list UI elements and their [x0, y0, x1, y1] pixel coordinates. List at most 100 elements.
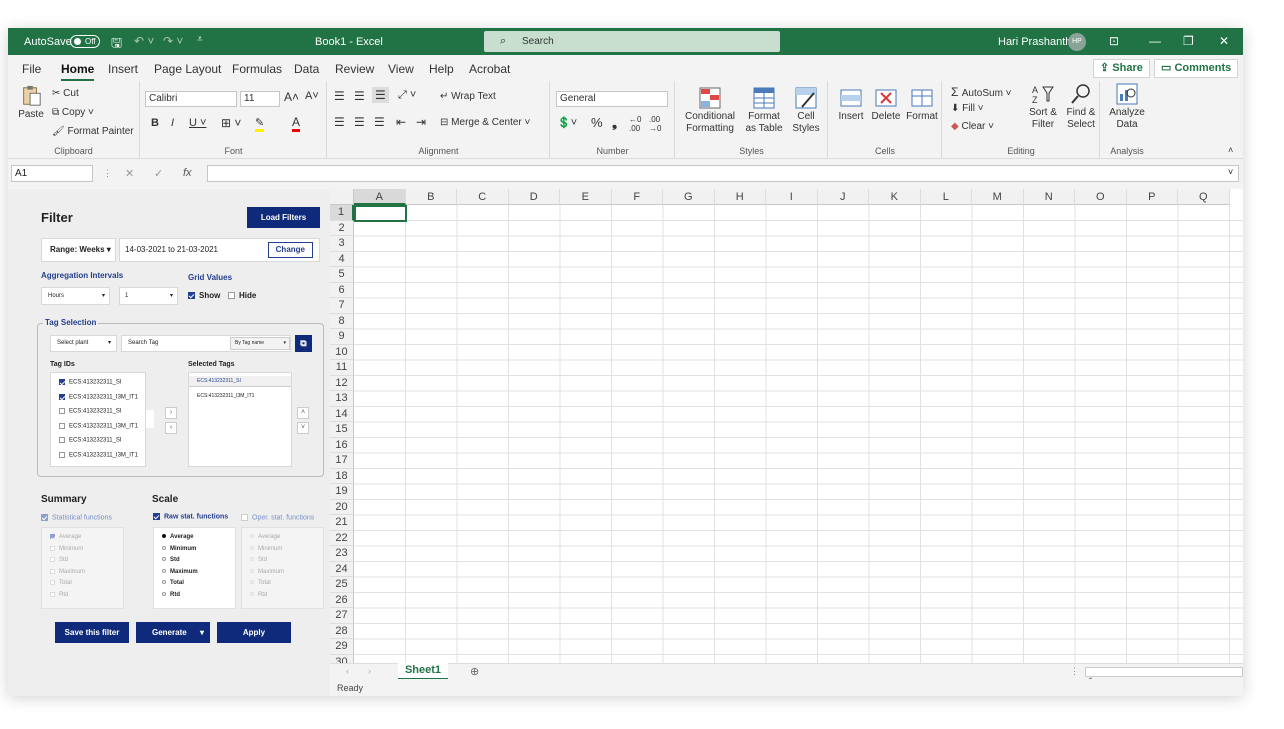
grow-font-icon[interactable]: A˄ — [284, 90, 299, 104]
tag-list-item[interactable]: ECS:413232311_I3M_IT1 — [59, 451, 138, 458]
oper-stat-option[interactable]: Std — [250, 557, 267, 563]
align-top-icon[interactable]: ☰ — [334, 89, 345, 103]
comments-button[interactable]: ▭ Comments — [1154, 59, 1239, 78]
comma-icon[interactable]: ❟ — [612, 115, 617, 131]
aggregation-value-select[interactable]: 1 ▾ — [119, 287, 178, 305]
apply-button[interactable]: Apply — [217, 622, 291, 643]
summary-option[interactable]: Std — [50, 557, 68, 563]
tab-help[interactable]: Help — [429, 62, 454, 76]
tab-page-layout[interactable]: Page Layout — [154, 62, 221, 76]
by-tag-select[interactable]: By Tag name ▾ — [230, 337, 290, 350]
scrollbar[interactable] — [146, 410, 154, 428]
oper-stat-option[interactable]: Average — [250, 534, 280, 540]
horizontal-scrollbar[interactable]: ◂ — [1085, 667, 1243, 683]
decrease-decimal-icon[interactable]: .00 →0 — [649, 115, 661, 133]
formula-input[interactable] — [207, 165, 1239, 182]
active-cell[interactable] — [354, 205, 407, 222]
oper-stat-option[interactable]: Total — [250, 580, 271, 586]
font-name-select[interactable]: Calibri — [145, 91, 237, 107]
tag-list-item[interactable]: ECS:413232311_SI — [59, 408, 122, 415]
oper-stat-checkbox[interactable]: Oper. stat. functions — [241, 514, 314, 521]
cell-styles-button[interactable]: Cell Styles — [788, 87, 824, 135]
tab-home[interactable]: Home — [61, 62, 95, 81]
paste-button[interactable]: Paste — [16, 85, 46, 121]
select-plant-select[interactable]: Select plant ▾ — [50, 335, 117, 352]
tab-formulas[interactable]: Formulas — [232, 62, 282, 76]
raw-stat-option[interactable]: Maximum — [162, 569, 198, 575]
font-color-icon[interactable]: A — [292, 115, 301, 132]
tab-data[interactable]: Data — [294, 62, 319, 76]
copy-button[interactable]: ⧉ Copy ˅ — [52, 107, 94, 118]
sheet-tab-sheet1[interactable]: Sheet1 — [398, 663, 448, 680]
range-select[interactable]: Range: Weeks ▾ — [41, 238, 116, 262]
stat-functions-checkbox[interactable]: Statistical functions — [41, 514, 112, 521]
tab-review[interactable]: Review — [335, 62, 374, 76]
aggregation-unit-select[interactable]: Hours ▾ — [41, 287, 110, 305]
change-button[interactable]: Change — [267, 242, 313, 258]
move-up-button[interactable]: ˄ — [297, 407, 309, 419]
autosum-button[interactable]: Σ AutoSum ˅ — [951, 85, 1012, 99]
summary-option[interactable]: Average — [50, 534, 81, 540]
tab-view[interactable]: View — [388, 62, 414, 76]
insert-function-icon[interactable]: fx — [183, 167, 192, 179]
font-size-select[interactable]: 11 — [240, 91, 280, 107]
fill-color-icon[interactable]: ✎ — [255, 116, 265, 132]
format-cells-button[interactable]: Format — [905, 87, 939, 123]
redo-icon[interactable]: ↷ ˅ — [163, 34, 183, 48]
save-filter-button[interactable]: Save this filter — [55, 622, 129, 643]
bold-icon[interactable]: B — [151, 117, 159, 129]
avatar[interactable]: HP — [1068, 33, 1086, 51]
orientation-icon[interactable]: ⤢ ˅ — [398, 89, 416, 102]
selected-tag-item[interactable]: ECS:413232311_I3M_IT1 — [189, 391, 254, 402]
summary-option[interactable]: Minimum — [50, 545, 83, 552]
raw-stat-option[interactable]: Total — [162, 580, 184, 586]
generate-button[interactable]: Generate ▾ — [136, 622, 210, 643]
raw-stat-option[interactable]: Rtd — [162, 592, 180, 598]
tag-list-item[interactable]: ECS:413232311_SI — [59, 437, 122, 444]
italic-icon[interactable]: I — [171, 117, 174, 129]
clear-button[interactable]: ◆ Clear ˅ — [951, 121, 994, 132]
accounting-icon[interactable]: 💲˅ — [557, 116, 577, 129]
raw-stat-option[interactable]: Minimum — [162, 546, 196, 552]
percent-icon[interactable]: % — [591, 115, 603, 130]
align-bottom-icon[interactable]: ☰ — [372, 87, 389, 103]
oper-stat-option[interactable]: Maximum — [250, 569, 284, 575]
autosave-toggle[interactable]: Off — [70, 35, 100, 48]
load-filters-button[interactable]: Load Filters — [247, 207, 320, 228]
summary-option[interactable]: Maximum — [50, 568, 85, 575]
oper-stat-option[interactable]: Rtd — [250, 592, 267, 598]
merge-center-button[interactable]: ⊟ Merge & Center ˅ — [440, 117, 530, 128]
align-right-icon[interactable]: ☰ — [374, 115, 385, 129]
fill-button[interactable]: ⬇ Fill ˅ — [951, 103, 984, 114]
insert-cells-button[interactable]: Insert — [835, 87, 867, 123]
delete-cells-button[interactable]: Delete — [869, 87, 903, 123]
cancel-icon[interactable]: ✕ — [125, 167, 134, 180]
increase-indent-icon[interactable]: ⇥ — [416, 115, 426, 129]
share-button[interactable]: ⇪ Share — [1093, 59, 1150, 78]
move-down-button[interactable]: ˅ — [297, 422, 309, 434]
underline-icon[interactable]: U ˅ — [189, 117, 206, 129]
tag-list-item[interactable]: ECS:413232311_I3M_IT1 — [59, 422, 138, 429]
align-middle-icon[interactable]: ☰ — [354, 89, 365, 103]
decrease-indent-icon[interactable]: ⇤ — [396, 115, 406, 129]
prev-sheet-icon[interactable]: ‹ — [346, 666, 349, 676]
hide-checkbox[interactable]: Hide — [228, 291, 256, 300]
raw-stat-option[interactable]: Std — [162, 557, 180, 563]
name-box[interactable]: A1 — [11, 165, 93, 182]
borders-icon[interactable]: ⊞ ˅ — [221, 116, 241, 130]
format-as-table-button[interactable]: Format as Table — [744, 87, 784, 135]
analyze-data-button[interactable]: Analyze Data — [1107, 83, 1147, 131]
tab-insert[interactable]: Insert — [108, 62, 138, 76]
move-left-button[interactable]: ‹ — [165, 422, 177, 434]
add-sheet-icon[interactable]: ⊕ — [470, 665, 479, 678]
customize-toolbar-icon[interactable]: ⩡ — [197, 34, 203, 45]
confirm-icon[interactable]: ✓ — [154, 167, 163, 180]
save-icon[interactable]: 🖫 — [111, 34, 122, 56]
ribbon-display-icon[interactable]: ⊡ — [1109, 34, 1119, 48]
next-sheet-icon[interactable]: › — [368, 666, 371, 676]
move-right-button[interactable]: › — [165, 407, 177, 419]
summary-option[interactable]: Total — [50, 580, 72, 586]
wrap-text-button[interactable]: ↵ Wrap Text — [440, 91, 496, 102]
collapse-ribbon-icon[interactable]: ˄ — [1228, 145, 1233, 155]
raw-stat-checkbox[interactable]: Raw stat. functions — [153, 513, 228, 520]
